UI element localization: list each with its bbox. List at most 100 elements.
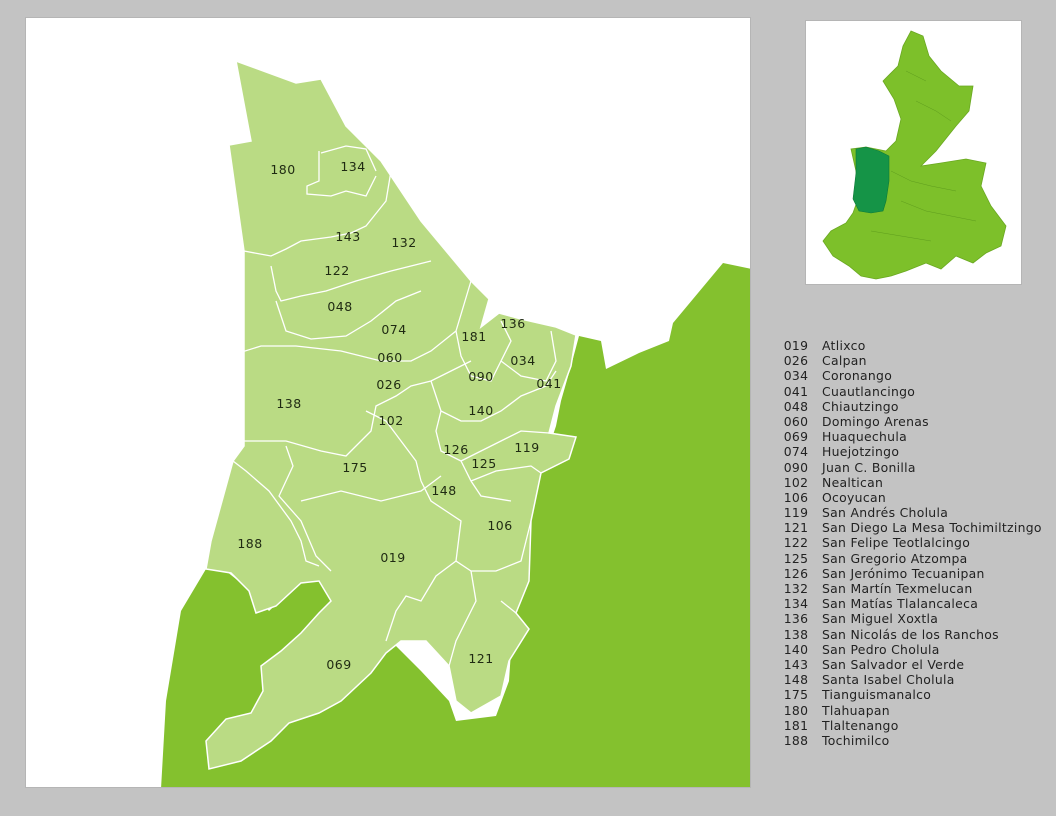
legend-row: 138 San Nicolás de los Ranchos bbox=[770, 627, 1054, 642]
legend-code: 188 bbox=[783, 732, 809, 748]
legend-name: San Matías Tlalancaleca bbox=[822, 596, 979, 612]
map-label: 060 bbox=[377, 350, 402, 365]
legend-code: 048 bbox=[783, 398, 809, 414]
legend-name: Tlahuapan bbox=[822, 702, 890, 718]
legend-row: 048 Chiautzingo bbox=[770, 399, 1054, 414]
legend-row: 069 Huaquechula bbox=[770, 429, 1054, 444]
map-label: 134 bbox=[340, 159, 365, 174]
legend-name: San Pedro Cholula bbox=[822, 641, 940, 657]
legend-code: 119 bbox=[783, 505, 809, 521]
legend-name: San Salvador el Verde bbox=[822, 656, 965, 672]
legend-code: 143 bbox=[783, 656, 809, 672]
legend-code: 126 bbox=[783, 565, 809, 581]
legend-code: 175 bbox=[783, 687, 809, 703]
map-label: 143 bbox=[335, 229, 360, 244]
legend-name: Tochimilco bbox=[822, 732, 890, 748]
map-label: 019 bbox=[380, 550, 405, 565]
legend-name: Tlaltenango bbox=[822, 717, 899, 733]
legend-name: Nealtican bbox=[822, 474, 884, 490]
legend-name: Atlixco bbox=[822, 338, 866, 353]
map-label: 181 bbox=[461, 329, 486, 344]
district-map: 180 134 143 132 122 048 074 181 136 060 … bbox=[25, 17, 751, 788]
map-label: 140 bbox=[468, 403, 493, 418]
legend-row: 119 San Andrés Cholula bbox=[770, 505, 1054, 520]
map-label: 148 bbox=[431, 483, 456, 498]
legend: 019 Atlixco 026 Calpan 034 Coronango 041 Cua… bbox=[770, 338, 1054, 748]
district-map-svg: 180 134 143 132 122 048 074 181 136 060 … bbox=[161, 59, 750, 787]
legend-row: 019 Atlixco bbox=[770, 338, 1054, 353]
legend-code: 106 bbox=[783, 489, 809, 505]
map-label: 132 bbox=[391, 235, 416, 250]
legend-row: 132 San Martín Texmelucan bbox=[770, 581, 1054, 596]
legend-row: 074 Huejotzingo bbox=[770, 444, 1054, 459]
legend-code: 134 bbox=[783, 596, 809, 612]
legend-code: 132 bbox=[783, 581, 809, 596]
map-label: 121 bbox=[468, 651, 493, 666]
legend-code: 019 bbox=[783, 338, 809, 353]
legend-name: Coronango bbox=[822, 368, 893, 384]
legend-code: 069 bbox=[783, 429, 809, 445]
legend-name: San Gregorio Atzompa bbox=[822, 550, 968, 566]
map-label: 180 bbox=[270, 162, 295, 177]
map-label: 102 bbox=[378, 413, 403, 428]
legend-name: San Diego La Mesa Tochimiltzingo bbox=[822, 520, 1042, 536]
legend-row: 122 San Felipe Teotlalcingo bbox=[770, 535, 1054, 550]
legend-code: 125 bbox=[783, 550, 809, 566]
map-label: 136 bbox=[500, 316, 525, 331]
legend-row: 143 San Salvador el Verde bbox=[770, 657, 1054, 672]
map-label: 119 bbox=[514, 440, 539, 455]
legend-code: 181 bbox=[783, 717, 809, 733]
legend-code: 121 bbox=[783, 520, 809, 536]
map-label: 188 bbox=[237, 536, 262, 551]
legend-name: Huejotzingo bbox=[822, 444, 900, 460]
legend-row: 148 Santa Isabel Cholula bbox=[770, 672, 1054, 687]
legend-row: 136 San Miguel Xoxtla bbox=[770, 611, 1054, 626]
highlighted-district bbox=[852, 146, 890, 214]
map-label: 041 bbox=[536, 376, 561, 391]
map-label: 175 bbox=[342, 460, 367, 475]
map-label: 090 bbox=[468, 369, 493, 384]
legend-name: Tianguismanalco bbox=[822, 687, 932, 703]
legend-name: San Miguel Xoxtla bbox=[822, 611, 939, 627]
legend-row: 090 Juan C. Bonilla bbox=[770, 460, 1054, 475]
legend-name: Huaquechula bbox=[822, 429, 907, 445]
map-label: 034 bbox=[510, 353, 535, 368]
legend-code: 060 bbox=[783, 413, 809, 429]
legend-row: 106 Ocoyucan bbox=[770, 490, 1054, 505]
map-figure: 180 134 143 132 122 048 074 181 136 060 … bbox=[0, 0, 1056, 816]
map-label: 122 bbox=[324, 263, 349, 278]
legend-code: 122 bbox=[783, 535, 809, 551]
legend-name: Ocoyucan bbox=[822, 489, 886, 505]
map-label: 138 bbox=[276, 396, 301, 411]
map-label: 069 bbox=[326, 657, 351, 672]
legend-row: 188 Tochimilco bbox=[770, 733, 1054, 748]
legend-row: 060 Domingo Arenas bbox=[770, 414, 1054, 429]
inset-map-svg bbox=[822, 30, 1007, 280]
legend-row: 180 Tlahuapan bbox=[770, 703, 1054, 718]
legend-code: 102 bbox=[783, 474, 809, 490]
state-outline bbox=[822, 30, 1007, 280]
legend-row: 121 San Diego La Mesa Tochimiltzingo bbox=[770, 520, 1054, 535]
legend-row: 102 Nealtican bbox=[770, 475, 1054, 490]
map-label: 125 bbox=[471, 456, 496, 471]
legend-name: Juan C. Bonilla bbox=[822, 459, 916, 475]
legend-name: San Martín Texmelucan bbox=[822, 581, 973, 596]
map-label: 048 bbox=[327, 299, 352, 314]
legend-code: 148 bbox=[783, 672, 809, 688]
legend-row: 140 San Pedro Cholula bbox=[770, 642, 1054, 657]
legend-name: Cuautlancingo bbox=[822, 383, 916, 399]
legend-code: 140 bbox=[783, 641, 809, 657]
legend-name: San Nicolás de los Ranchos bbox=[822, 626, 999, 642]
legend-row: 125 San Gregorio Atzompa bbox=[770, 551, 1054, 566]
legend-name: Domingo Arenas bbox=[822, 413, 929, 429]
legend-name: Chiautzingo bbox=[822, 398, 899, 414]
legend-code: 041 bbox=[783, 383, 809, 399]
legend-row: 026 Calpan bbox=[770, 353, 1054, 368]
inset-locator-map bbox=[805, 20, 1022, 285]
legend-name: San Andrés Cholula bbox=[822, 505, 949, 521]
legend-name: Santa Isabel Cholula bbox=[822, 672, 955, 688]
legend-code: 034 bbox=[783, 368, 809, 384]
legend-row: 134 San Matías Tlalancaleca bbox=[770, 596, 1054, 611]
map-label: 074 bbox=[381, 322, 406, 337]
legend-row: 175 Tianguismanalco bbox=[770, 687, 1054, 702]
